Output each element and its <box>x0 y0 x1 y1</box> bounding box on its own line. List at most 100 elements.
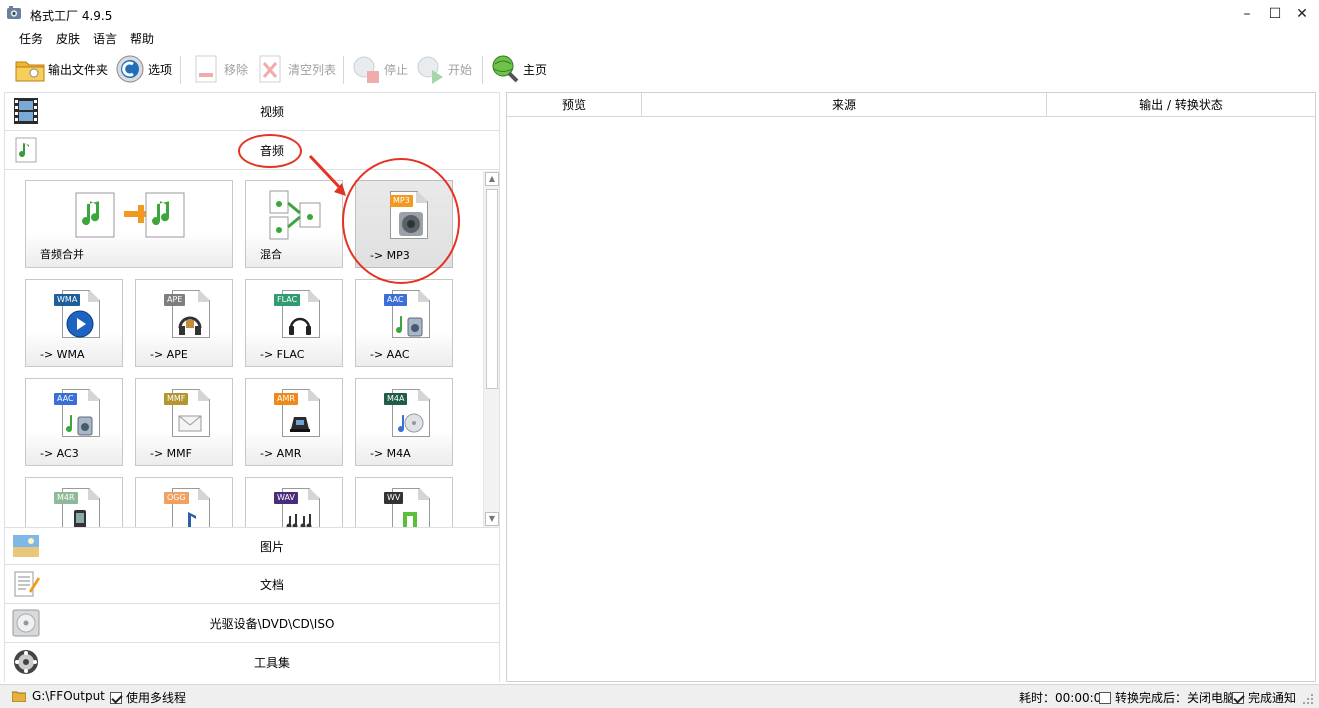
toolbar-separator <box>343 56 344 84</box>
toolbar-separator <box>180 56 181 84</box>
maximize-button[interactable]: ☐ <box>1261 2 1289 26</box>
scroll-down-arrow-icon[interactable]: ▼ <box>485 512 499 526</box>
play-icon <box>66 310 94 338</box>
output-folder-icon <box>12 691 26 702</box>
title-bar: 格式工厂 4.9.5 – ☐ ✕ <box>0 0 1319 28</box>
gear-icon <box>116 55 144 83</box>
options-label: 选项 <box>148 62 173 77</box>
tile-label: -> WMA <box>40 348 85 361</box>
tile-to-aac[interactable]: AAC -> AAC <box>355 279 453 367</box>
headphones-icon <box>178 316 202 335</box>
mobile-icon <box>74 510 86 527</box>
start-button[interactable]: 开始 <box>414 52 472 86</box>
checkbox-icon[interactable] <box>110 692 122 704</box>
multithread-label: 使用多线程 <box>126 691 187 705</box>
audio-merge-icon <box>75 192 185 238</box>
menu-skin[interactable]: 皮肤 <box>56 30 80 47</box>
options-button[interactable]: 选项 <box>114 52 172 86</box>
column-header-output-status[interactable]: 输出 / 转换状态 <box>1047 93 1315 117</box>
tile-to-amr[interactable]: AMR -> AMR <box>245 378 343 466</box>
mail-icon <box>178 415 202 432</box>
toolbar-separator <box>482 56 483 84</box>
menu-language[interactable]: 语言 <box>93 30 117 47</box>
ogg-badge: OGG <box>164 492 189 504</box>
after-convert-checkbox[interactable]: 转换完成后：关闭电脑 <box>1099 689 1235 706</box>
clear-list-label: 清空列表 <box>288 62 337 77</box>
tile-to-wv[interactable]: WV <box>355 477 453 527</box>
category-document[interactable]: 文档 <box>5 566 499 604</box>
stop-label: 停止 <box>384 62 409 77</box>
tile-to-m4a[interactable]: M4A -> M4A <box>355 378 453 466</box>
tile-label: -> AAC <box>370 348 410 361</box>
tile-to-wma[interactable]: WMA -> WMA <box>25 279 123 367</box>
menu-bar: 任务 皮肤 语言 帮助 <box>0 28 1319 48</box>
tile-label: -> AC3 <box>40 447 79 460</box>
stop-icon <box>353 56 379 83</box>
category-image-label: 图片 <box>259 540 284 554</box>
menu-task[interactable]: 任务 <box>19 30 43 47</box>
ape-badge: APE <box>164 294 186 306</box>
green-note-icon <box>403 512 417 527</box>
tile-to-m4r[interactable]: M4R <box>25 477 123 527</box>
amr-badge: AMR <box>274 393 298 405</box>
scroll-up-arrow-icon[interactable]: ▲ <box>485 172 499 186</box>
phone-icon <box>290 417 310 432</box>
music-note-icon <box>15 137 37 163</box>
output-folder-button[interactable]: 输出文件夹 <box>14 52 108 86</box>
clear-list-button[interactable]: 清空列表 <box>254 52 336 86</box>
checkbox-icon[interactable] <box>1099 692 1111 704</box>
headset-icon <box>289 317 311 335</box>
close-button[interactable]: ✕ <box>1288 2 1316 26</box>
wv-badge: WV <box>384 492 404 504</box>
wma-badge: WMA <box>54 294 81 306</box>
tile-label: -> M4A <box>370 447 411 460</box>
category-video[interactable]: 视频 <box>5 93 499 131</box>
format-factory-window: 格式工厂 4.9.5 – ☐ ✕ 任务 皮肤 语言 帮助 输出文件夹 选项 移除… <box>0 0 1319 708</box>
stop-button[interactable]: 停止 <box>350 52 408 86</box>
tile-to-ape[interactable]: APE -> APE <box>135 279 233 367</box>
resize-grip-icon[interactable] <box>1302 693 1314 705</box>
notify-checkbox[interactable]: 完成通知 <box>1232 689 1296 706</box>
column-header-source[interactable]: 来源 <box>642 93 1047 117</box>
category-disc[interactable]: 光驱设备\DVD\CD\ISO <box>5 605 499 643</box>
tile-to-mmf[interactable]: MMF -> MMF <box>135 378 233 466</box>
tile-to-ogg[interactable]: OGG <box>135 477 233 527</box>
tile-label: 混合 <box>260 248 282 261</box>
remove-button[interactable]: 移除 <box>190 52 248 86</box>
multithread-checkbox[interactable]: 使用多线程 <box>110 689 186 706</box>
mmf-badge: MMF <box>164 393 189 405</box>
tile-to-flac[interactable]: FLAC -> FLAC <box>245 279 343 367</box>
clear-icon <box>259 55 281 83</box>
film-icon <box>14 98 38 124</box>
checkbox-icon[interactable] <box>1232 692 1244 704</box>
tile-audio-merge[interactable]: 音频合并 <box>25 180 233 268</box>
notify-label: 完成通知 <box>1248 691 1297 705</box>
home-button[interactable]: 主页 <box>489 52 547 86</box>
category-image[interactable]: 图片 <box>5 527 499 565</box>
music-speaker-icon <box>396 316 423 337</box>
annotation-circle-audio <box>238 134 302 168</box>
column-header-preview[interactable]: 预览 <box>507 93 642 117</box>
output-path[interactable]: G:\FFOutput <box>32 689 105 703</box>
scroll-thumb[interactable] <box>486 189 498 389</box>
ac3-badge: AAC <box>54 393 77 405</box>
tile-label: -> FLAC <box>260 348 305 361</box>
music-disc-icon <box>398 413 424 433</box>
category-tools-label: 工具集 <box>253 656 290 670</box>
app-logo-icon <box>7 6 21 19</box>
window-title: 格式工厂 4.9.5 <box>30 9 113 23</box>
menu-help[interactable]: 帮助 <box>130 30 154 47</box>
category-tools[interactable]: 工具集 <box>5 644 499 682</box>
after-convert-label: 转换完成后：关闭电脑 <box>1115 691 1236 705</box>
minimize-button[interactable]: – <box>1233 2 1261 26</box>
remove-icon <box>195 55 217 83</box>
tile-to-ac3[interactable]: AAC -> AC3 <box>25 378 123 466</box>
tile-to-wav[interactable]: WAV <box>245 477 343 527</box>
category-disc-label: 光驱设备\DVD\CD\ISO <box>209 617 335 631</box>
category-document-label: 文档 <box>259 578 284 592</box>
toolbar: 输出文件夹 选项 移除 清空列表 停止 开始 主页 <box>0 50 1319 90</box>
annotation-arrow-icon <box>308 154 346 196</box>
start-icon <box>417 56 443 84</box>
grid-scrollbar[interactable]: ▲ ▼ <box>483 171 499 527</box>
remove-label: 移除 <box>224 62 249 77</box>
